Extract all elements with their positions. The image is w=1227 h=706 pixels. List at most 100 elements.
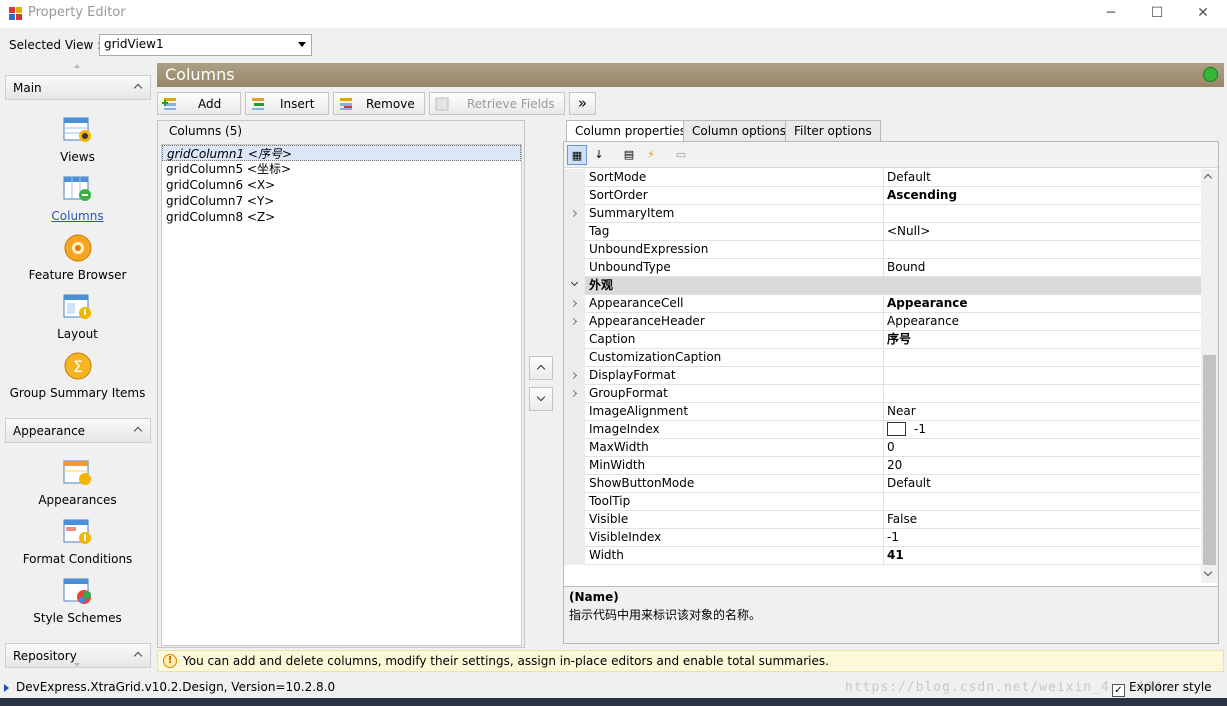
property-value[interactable]: <Null>	[883, 223, 1201, 241]
property-value[interactable]: False	[883, 511, 1201, 529]
chevron-up-icon[interactable]	[133, 426, 143, 436]
nav-group-main[interactable]: Main	[5, 75, 151, 100]
table-row[interactable]: DisplayFormat	[564, 367, 1201, 385]
list-item[interactable]: gridColumn1 <序号>	[162, 145, 521, 161]
dropdown-arrow-icon[interactable]	[298, 42, 306, 47]
properties-icon[interactable]: ▤	[619, 145, 639, 165]
property-value[interactable]	[883, 205, 1201, 223]
tab-column-properties[interactable]: Column properties	[566, 120, 696, 143]
table-row[interactable]: Width 41	[564, 547, 1201, 565]
table-row[interactable]: MinWidth 20	[564, 457, 1201, 475]
move-down-button[interactable]	[529, 387, 553, 411]
property-pages-icon[interactable]: ▭	[671, 145, 691, 165]
property-value[interactable]: 41	[883, 547, 1201, 565]
table-row[interactable]: MaxWidth 0	[564, 439, 1201, 457]
nav-group-appearance[interactable]: Appearance	[5, 418, 151, 443]
chevron-right-icon[interactable]	[569, 371, 578, 380]
property-value[interactable]: Default	[883, 475, 1201, 493]
scroll-down-icon[interactable]	[1203, 567, 1213, 577]
move-up-button[interactable]	[529, 356, 553, 380]
chevron-down-icon[interactable]	[570, 278, 579, 287]
add-button[interactable]: Add	[157, 92, 241, 115]
list-item[interactable]: gridColumn7 <Y>	[162, 193, 521, 209]
property-value[interactable]	[883, 493, 1201, 511]
property-value[interactable]: Appearance	[883, 295, 1201, 313]
more-button[interactable]: »	[569, 92, 596, 115]
columns-list[interactable]: gridColumn1 <序号> gridColumn5 <坐标> gridCo…	[161, 144, 522, 646]
table-row[interactable]: SummaryItem	[564, 205, 1201, 223]
list-item[interactable]: gridColumn6 <X>	[162, 177, 521, 193]
property-value[interactable]: 序号	[883, 331, 1201, 349]
property-category[interactable]: 外观	[564, 277, 1201, 295]
remove-button[interactable]: Remove	[333, 92, 425, 115]
table-row[interactable]: SortOrder Ascending	[564, 187, 1201, 205]
list-item[interactable]: gridColumn8 <Z>	[162, 209, 521, 225]
sort-alphabetical-icon[interactable]: ↓	[589, 145, 609, 165]
table-row[interactable]: UnboundExpression	[564, 241, 1201, 259]
chevron-right-icon[interactable]	[569, 317, 578, 326]
property-value[interactable]	[883, 385, 1201, 403]
table-row[interactable]: AppearanceCell Appearance	[564, 295, 1201, 313]
insert-button[interactable]: Insert	[245, 92, 329, 115]
nav-item-format-conditions[interactable]: Format Conditions	[0, 516, 155, 566]
table-row[interactable]: SortMode Default	[564, 169, 1201, 187]
chevron-up-icon[interactable]	[133, 651, 143, 661]
nav-group-label: Appearance	[13, 424, 86, 438]
table-row[interactable]: ImageAlignment Near	[564, 403, 1201, 421]
tab-column-options[interactable]: Column options	[683, 120, 795, 142]
table-row[interactable]: Caption 序号	[564, 331, 1201, 349]
table-row[interactable]: ImageIndex -1	[564, 421, 1201, 439]
categorized-icon[interactable]: ▦	[567, 145, 587, 165]
nav-item-views[interactable]: Views	[0, 114, 155, 164]
nav-item-group-summary[interactable]: Σ Group Summary Items	[0, 350, 155, 400]
nav-item-layout[interactable]: Layout	[0, 291, 155, 341]
scroll-up-icon[interactable]	[1203, 173, 1213, 183]
nav-item-feature-browser[interactable]: Feature Browser	[0, 232, 155, 282]
retrieve-fields-button[interactable]: Retrieve Fields	[429, 92, 565, 115]
close-button[interactable]: ✕	[1180, 0, 1226, 28]
property-value[interactable]: -1	[883, 421, 1201, 439]
scrollbar-thumb[interactable]	[1203, 355, 1216, 565]
explorer-style-checkbox[interactable]: ✓ Explorer style	[1112, 680, 1212, 697]
property-value[interactable]: Near	[883, 403, 1201, 421]
table-row[interactable]: ToolTip	[564, 493, 1201, 511]
scroll-up-icon[interactable]	[74, 64, 80, 68]
table-row[interactable]: Tag <Null>	[564, 223, 1201, 241]
tab-filter-options[interactable]: Filter options	[785, 120, 881, 142]
table-row[interactable]: ShowButtonMode Default	[564, 475, 1201, 493]
chevron-right-icon[interactable]	[569, 389, 578, 398]
list-item[interactable]: gridColumn5 <坐标>	[162, 161, 521, 177]
property-value[interactable]: Ascending	[883, 187, 1201, 205]
chevron-up-icon[interactable]	[133, 83, 143, 93]
property-value[interactable]	[883, 241, 1201, 259]
property-value[interactable]	[883, 367, 1201, 385]
table-row[interactable]: Visible False	[564, 511, 1201, 529]
selected-view-dropdown[interactable]: gridView1	[99, 34, 312, 56]
chevron-right-icon[interactable]	[569, 299, 578, 308]
vertical-scrollbar[interactable]	[1201, 169, 1218, 583]
maximize-button[interactable]: ☐	[1134, 0, 1180, 28]
property-value[interactable]: 20	[883, 457, 1201, 475]
property-value[interactable]: Default	[883, 169, 1201, 187]
property-value[interactable]	[883, 349, 1201, 367]
nav-item-style-schemes[interactable]: Style Schemes	[0, 575, 155, 625]
scroll-down-icon[interactable]	[74, 663, 80, 667]
property-value[interactable]: -1	[883, 529, 1201, 547]
expand-arrow-icon[interactable]	[4, 684, 9, 692]
property-value[interactable]: Bound	[883, 259, 1201, 277]
table-row[interactable]: UnboundType Bound	[564, 259, 1201, 277]
chevron-right-icon[interactable]	[569, 209, 578, 218]
table-row[interactable]: AppearanceHeader Appearance	[564, 313, 1201, 331]
property-value[interactable]: 0	[883, 439, 1201, 457]
events-icon[interactable]: ⚡	[641, 145, 661, 165]
table-row[interactable]: VisibleIndex -1	[564, 529, 1201, 547]
minimize-button[interactable]: ─	[1088, 0, 1134, 28]
property-grid[interactable]: SortMode Default SortOrder Ascending Summary…	[564, 169, 1201, 583]
property-value[interactable]: Appearance	[883, 313, 1201, 331]
table-row[interactable]: CustomizationCaption	[564, 349, 1201, 367]
nav-item-columns[interactable]: Columns	[0, 173, 155, 223]
checkbox-icon[interactable]: ✓	[1112, 684, 1125, 697]
nav-item-appearances[interactable]: Appearances	[0, 457, 155, 507]
property-name: MinWidth	[589, 458, 646, 472]
table-row[interactable]: GroupFormat	[564, 385, 1201, 403]
